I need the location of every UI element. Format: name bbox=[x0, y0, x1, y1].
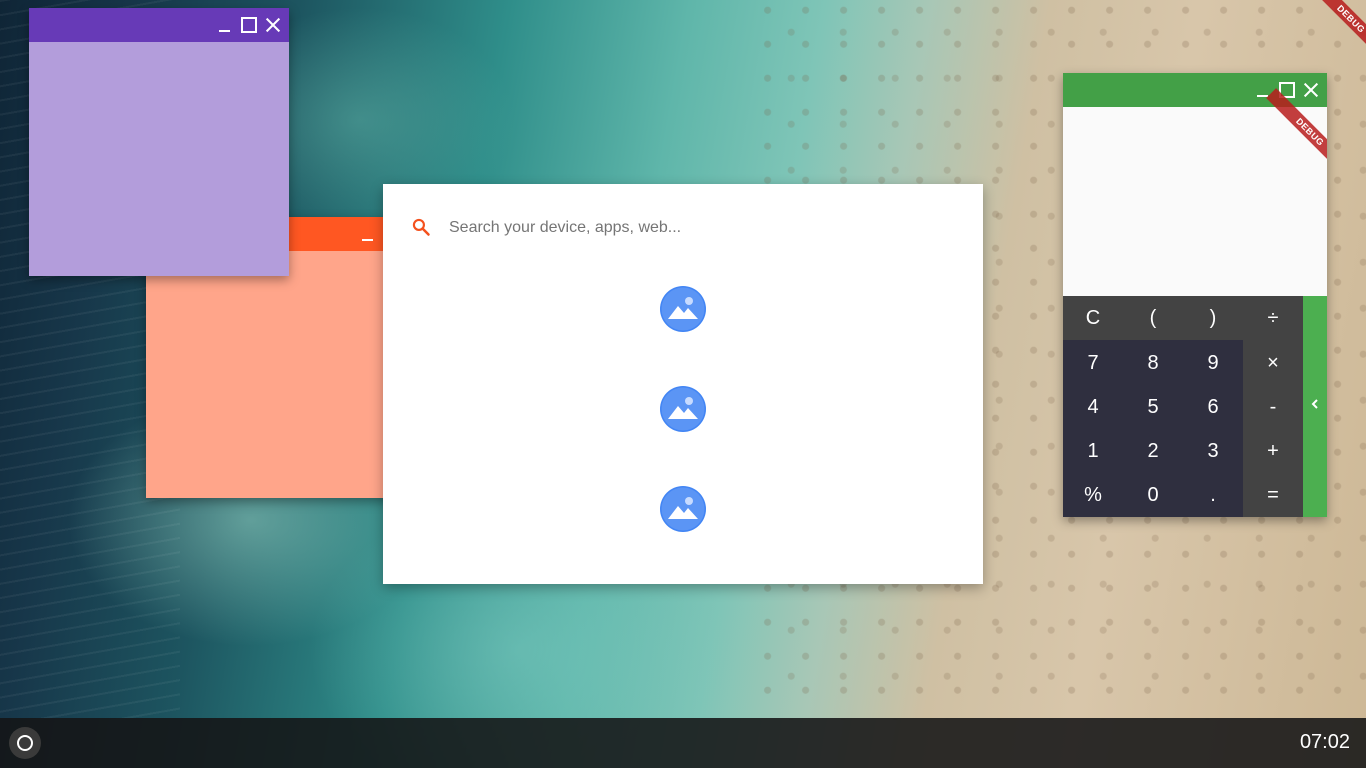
launcher-button[interactable] bbox=[9, 727, 41, 759]
key-4[interactable]: 4 bbox=[1063, 385, 1123, 429]
photos-app-icon[interactable] bbox=[660, 286, 706, 332]
close-icon[interactable] bbox=[1301, 80, 1321, 100]
key-equals[interactable]: = bbox=[1243, 473, 1303, 517]
key-close-paren[interactable]: ) bbox=[1183, 296, 1243, 340]
taskbar: 07:02 bbox=[0, 718, 1366, 768]
circle-launcher-icon bbox=[17, 735, 33, 751]
key-9[interactable]: 9 bbox=[1183, 341, 1243, 385]
calculator-display bbox=[1063, 107, 1327, 296]
close-icon[interactable] bbox=[263, 15, 283, 35]
minimize-icon[interactable] bbox=[358, 224, 378, 244]
search-icon bbox=[412, 218, 430, 236]
key-subtract[interactable]: - bbox=[1243, 385, 1303, 429]
clock: 07:02 bbox=[1299, 731, 1350, 753]
key-divide[interactable]: ÷ bbox=[1243, 296, 1303, 340]
advanced-panel-toggle[interactable] bbox=[1303, 296, 1327, 517]
maximize-icon[interactable] bbox=[239, 15, 259, 35]
photos-app-icon[interactable] bbox=[660, 486, 706, 532]
key-7[interactable]: 7 bbox=[1063, 341, 1123, 385]
key-8[interactable]: 8 bbox=[1123, 341, 1183, 385]
key-clear[interactable]: C bbox=[1063, 296, 1123, 340]
key-add[interactable]: + bbox=[1243, 429, 1303, 473]
photos-app-icon[interactable] bbox=[660, 386, 706, 432]
key-0[interactable]: 0 bbox=[1123, 473, 1183, 517]
search-input[interactable] bbox=[447, 212, 951, 244]
key-open-paren[interactable]: ( bbox=[1123, 296, 1183, 340]
key-5[interactable]: 5 bbox=[1123, 385, 1183, 429]
desktop-wallpaper: DEBUG C ( ) ÷ 7 8 9 × 4 5 6 - 1 2 3 + % … bbox=[0, 0, 1366, 768]
key-multiply[interactable]: × bbox=[1243, 341, 1303, 385]
purple-window[interactable] bbox=[29, 8, 289, 276]
key-3[interactable]: 3 bbox=[1183, 429, 1243, 473]
key-2[interactable]: 2 bbox=[1123, 429, 1183, 473]
purple-window-titlebar[interactable] bbox=[29, 8, 289, 42]
calculator-keypad: C ( ) ÷ 7 8 9 × 4 5 6 - 1 2 3 + % 0 . = bbox=[1063, 296, 1303, 517]
key-6[interactable]: 6 bbox=[1183, 385, 1243, 429]
chevron-left-icon bbox=[1311, 399, 1318, 409]
key-decimal[interactable]: . bbox=[1183, 473, 1243, 517]
minimize-icon[interactable] bbox=[215, 15, 235, 35]
app-launcher-panel bbox=[383, 184, 983, 584]
key-percent[interactable]: % bbox=[1063, 473, 1123, 517]
calculator-window[interactable]: DEBUG C ( ) ÷ 7 8 9 × 4 5 6 - 1 2 3 + % … bbox=[1063, 73, 1327, 517]
key-1[interactable]: 1 bbox=[1063, 429, 1123, 473]
